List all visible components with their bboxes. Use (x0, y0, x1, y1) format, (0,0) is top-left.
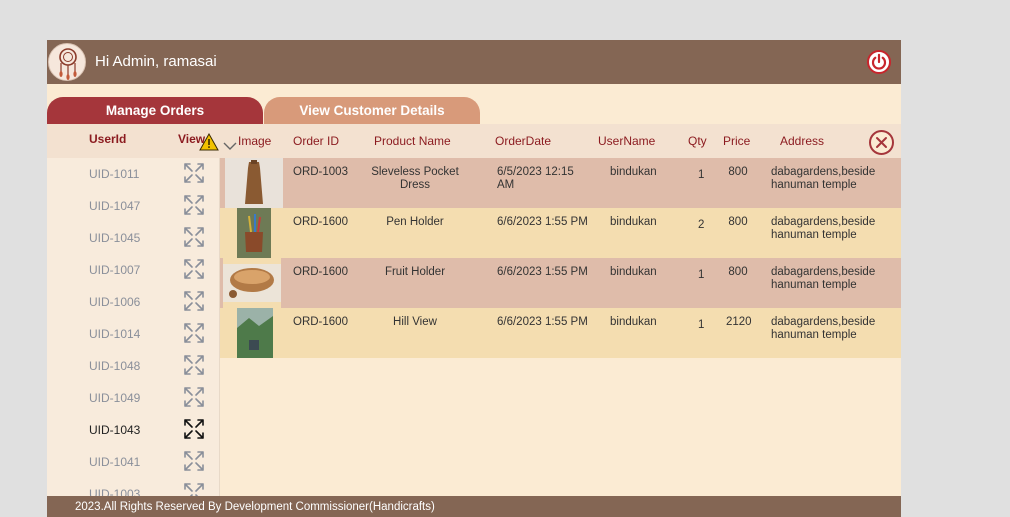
expand-icon[interactable] (183, 386, 205, 408)
expand-icon[interactable] (183, 290, 205, 312)
username-cell: bindukan (610, 266, 657, 278)
user-list-item[interactable]: UID-1014 (47, 318, 219, 350)
order-id-cell: ORD-1003 (293, 166, 348, 178)
order-row[interactable]: ORD-1600 Pen Holder 6/6/2023 1:55 PM binduk… (220, 208, 901, 258)
expand-icon[interactable] (183, 194, 205, 216)
expand-icon[interactable] (183, 418, 205, 440)
price-cell: 800 (728, 166, 748, 178)
user-id-label: UID-1007 (89, 263, 141, 277)
user-list-item[interactable]: UID-1011 (47, 158, 219, 190)
dress-thumbnail (225, 158, 283, 208)
warning-icon (199, 132, 219, 151)
product-name-cell: Fruit Holder (384, 266, 446, 278)
product-name-cell: Pen Holder (386, 216, 444, 228)
expand-icon[interactable] (183, 226, 205, 248)
fruit-holder-thumbnail (223, 258, 281, 308)
order-id-cell: ORD-1600 (293, 216, 348, 228)
user-list-item[interactable]: UID-1047 (47, 190, 219, 222)
user-id-label: UID-1014 (89, 327, 141, 341)
order-id-column-header: Order ID (293, 134, 340, 148)
address-cell: dabagardens,beside (771, 166, 876, 178)
address-column-header: Address (780, 134, 825, 148)
user-id-label: UID-1049 (89, 391, 141, 405)
price-cell: 2120 (726, 316, 752, 328)
dreamcatcher-logo-icon (48, 43, 86, 81)
qty-cell: 1 (698, 169, 705, 181)
product-name-cell: Sleveless Pocket (371, 166, 459, 178)
expand-icon[interactable] (183, 162, 205, 184)
address-cell: dabagardens,beside (771, 316, 876, 328)
qty-cell: 1 (698, 269, 705, 281)
tab-manage-orders[interactable]: Manage Orders (47, 97, 263, 124)
order-row[interactable]: ORD-1003 Sleveless Pocket Dress 6/5/2023 12… (220, 158, 901, 208)
order-date-column-header: OrderDate (495, 134, 552, 148)
tab-view-customer-details[interactable]: View Customer Details (264, 97, 480, 124)
power-icon[interactable] (867, 50, 891, 74)
footer-bar: 2023.All Rights Reserved By Development … (47, 496, 901, 517)
close-icon[interactable] (869, 130, 894, 155)
address-cell-line2: hanuman temple (771, 279, 857, 291)
user-list-item[interactable]: UID-1003 (47, 478, 219, 498)
qty-cell: 1 (698, 319, 705, 331)
user-id-label: UID-1045 (89, 231, 141, 245)
user-list-item[interactable]: UID-1043 (47, 414, 219, 446)
price-cell: 800 (728, 266, 748, 278)
user-id-list: UID-1011 UID-1047 UID-1045 UID-1007 UID-… (47, 158, 219, 498)
qty-cell: 2 (698, 219, 705, 231)
expand-icon[interactable] (183, 322, 205, 344)
order-date-cell: 6/5/2023 12:15 (497, 166, 574, 178)
price-cell: 800 (728, 216, 748, 228)
order-date-cell: 6/6/2023 1:55 PM (497, 316, 588, 328)
app-window: Hi Admin, ramasai Manage Orders View Cus… (47, 40, 901, 517)
user-list-item[interactable]: UID-1049 (47, 382, 219, 414)
expand-icon[interactable] (183, 258, 205, 280)
price-column-header: Price (723, 134, 751, 148)
username-cell: bindukan (610, 316, 657, 328)
footer-copyright: 2023.All Rights Reserved By Development … (75, 501, 435, 513)
order-date-cell: 6/6/2023 1:55 PM (497, 266, 588, 278)
user-id-label: UID-1043 (89, 423, 141, 437)
address-cell: dabagardens,beside (771, 216, 876, 228)
order-row[interactable]: ORD-1600 Hill View 6/6/2023 1:55 PM binduka… (220, 308, 901, 358)
address-cell: dabagardens,beside (771, 266, 876, 278)
user-id-label: UID-1011 (89, 167, 140, 181)
address-cell-line2: hanuman temple (771, 179, 857, 191)
chevron-down-icon[interactable] (223, 138, 237, 150)
address-cell-line2: hanuman temple (771, 229, 857, 241)
user-id-label: UID-1047 (89, 199, 141, 213)
pen-holder-thumbnail (225, 208, 283, 258)
product-name-cell-line2: Dress (399, 179, 431, 191)
order-id-cell: ORD-1600 (293, 266, 348, 278)
username-cell: bindukan (610, 166, 657, 178)
user-id-label: UID-1006 (89, 295, 141, 309)
header-bar: Hi Admin, ramasai (47, 40, 901, 84)
orders-table-header: Image Order ID Product Name OrderDate Us… (219, 124, 901, 158)
userid-column-header: UserId (89, 132, 127, 146)
address-cell-line2: hanuman temple (771, 329, 857, 341)
username-column-header: UserName (598, 134, 656, 148)
user-list-item[interactable]: UID-1048 (47, 350, 219, 382)
order-date-cell: 6/6/2023 1:55 PM (497, 216, 588, 228)
user-list-header: UserId View (47, 124, 219, 158)
hill-view-thumbnail (225, 308, 283, 358)
order-date-cell-line2: AM (497, 179, 515, 191)
qty-column-header: Qty (688, 134, 707, 148)
product-name-cell: Hill View (393, 316, 437, 328)
image-column-header: Image (238, 134, 272, 148)
user-id-label: UID-1048 (89, 359, 141, 373)
user-list-item[interactable]: UID-1007 (47, 254, 219, 286)
user-list-item[interactable]: UID-1006 (47, 286, 219, 318)
product-name-column-header: Product Name (374, 134, 451, 148)
order-id-cell: ORD-1600 (293, 316, 348, 328)
expand-icon[interactable] (183, 450, 205, 472)
user-list-item[interactable]: UID-1041 (47, 446, 219, 478)
user-id-label: UID-1041 (89, 455, 141, 469)
greeting-text: Hi Admin, ramasai (95, 53, 217, 70)
expand-icon[interactable] (183, 354, 205, 376)
username-cell: bindukan (610, 216, 657, 228)
order-row[interactable]: ORD-1600 Fruit Holder 6/6/2023 1:55 PM bind… (220, 258, 901, 308)
user-list-item[interactable]: UID-1045 (47, 222, 219, 254)
